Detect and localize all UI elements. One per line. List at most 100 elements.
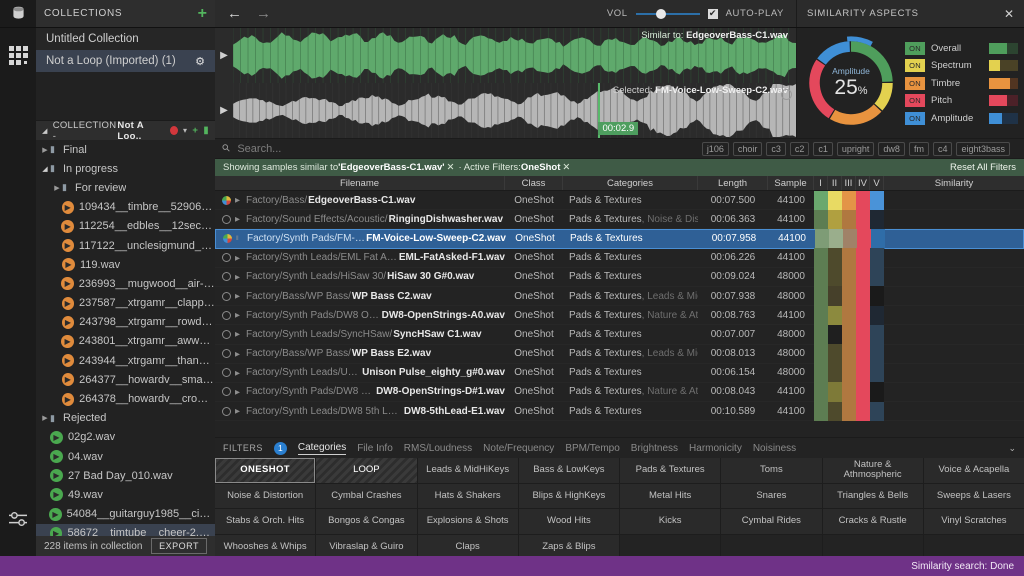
filter-tab-brightness[interactable]: Brightness (631, 443, 678, 454)
tree-folder[interactable]: ▶▮Final (36, 140, 215, 159)
column-header-sample[interactable]: Sample (768, 176, 814, 190)
table-row[interactable]: ▶Factory/Sound Effects/Acoustic/ Ringing… (215, 210, 1024, 229)
row-expand-icon[interactable]: ‖ (236, 235, 247, 242)
filter-tab-noisiness[interactable]: Noisiness (753, 443, 796, 454)
waveform-file-icon[interactable]: ▶ (50, 469, 63, 482)
aspect-toggle[interactable]: ON (905, 59, 925, 72)
tree-folder[interactable]: ▶▮Rejected (36, 409, 215, 428)
category-button-nature-athmospheric[interactable]: Nature & Athmospheric (823, 458, 923, 483)
category-button-pads-textures[interactable]: Pads & Textures (620, 458, 720, 483)
column-header-length[interactable]: Length (698, 176, 768, 190)
column-header-iii[interactable]: III (842, 176, 856, 190)
play-selected-icon[interactable]: ▶ (215, 105, 233, 116)
table-row[interactable]: ▶Factory/Bass/WP Bass/ WP Bass C2.wavOne… (215, 287, 1024, 306)
filter-tab-harmonicity[interactable]: Harmonicity (689, 443, 742, 454)
column-header-v[interactable]: V (870, 176, 884, 190)
table-row[interactable]: ▶Factory/Synth Leads/SyncHSaw/ SyncHSaw … (215, 325, 1024, 344)
table-row[interactable]: ▶Factory/Synth Pads/DW8 Ope...DW8-OpenSt… (215, 306, 1024, 325)
row-expand-icon[interactable]: ▶ (235, 407, 246, 415)
tree-file[interactable]: ▶243798__xtrgamr__rowdy-... (36, 313, 215, 332)
filter-tab-rms-loudness[interactable]: RMS/Loudness (404, 443, 472, 454)
category-button-cymbal-rides[interactable]: Cymbal Rides (721, 509, 821, 534)
waveform-file-icon[interactable]: ▶ (50, 527, 63, 536)
add-collection-icon[interactable]: + (198, 6, 207, 22)
row-expand-icon[interactable]: ▶ (235, 254, 246, 262)
row-expand-icon[interactable]: ▶ (235, 311, 246, 319)
waveform-file-icon[interactable]: ▶ (62, 393, 75, 406)
tree-file[interactable]: ▶264377__howardv__small-... (36, 370, 215, 389)
tree-file[interactable]: ▶27 Bad Day_010.wav (36, 466, 215, 485)
column-header-similarity[interactable]: Similarity (884, 176, 1024, 190)
collection-item[interactable]: Untitled Collection (36, 28, 215, 50)
table-row[interactable]: ▶Factory/Synth Leads/HiSaw 30/ HiSaw 30 … (215, 268, 1024, 287)
filter-tab-categories[interactable]: Categories (298, 442, 346, 455)
aspect-weight-slider[interactable] (989, 60, 1018, 71)
category-button-blips-highkeys[interactable]: Blips & HighKeys (519, 484, 619, 509)
row-indicator-icon[interactable] (222, 330, 231, 339)
table-row[interactable]: ▶Factory/Synth Leads/EML Fat Aske...EML-… (215, 249, 1024, 268)
search-tag[interactable]: c2 (790, 142, 810, 156)
category-button-wood-hits[interactable]: Wood Hits (519, 509, 619, 534)
aspect-toggle[interactable]: ON (905, 94, 925, 107)
tree-file[interactable]: ▶264378__howardv__crowd... (36, 389, 215, 408)
row-expand-icon[interactable]: ▶ (235, 350, 246, 358)
category-button-hats-shakers[interactable]: Hats & Shakers (418, 484, 518, 509)
caret-closed-icon[interactable]: ▶ (40, 146, 50, 154)
tree-file[interactable]: ▶49.wav (36, 485, 215, 504)
search-tag[interactable]: choir (733, 142, 763, 156)
rail-item-settings[interactable] (5, 506, 31, 532)
row-expand-icon[interactable]: ▶ (235, 369, 246, 377)
tree-file[interactable]: ▶117122__unclesigmund__s... (36, 236, 215, 255)
category-button-cymbal-crashes[interactable]: Cymbal Crashes (316, 484, 416, 509)
search-tag[interactable]: upright (837, 142, 875, 156)
play-reference-icon[interactable]: ▶ (215, 50, 233, 61)
file-tree[interactable]: ▶▮Final◢▮In progress▶▮For review▶109434_… (36, 140, 215, 536)
table-body[interactable]: ▶Factory/Bass/ EdgeoverBass-C1.wavOneSho… (215, 191, 1024, 437)
tree-file[interactable]: ▶04.wav (36, 447, 215, 466)
search-tag[interactable]: fm (909, 142, 929, 156)
caret-closed-icon[interactable]: ▶ (52, 184, 62, 192)
row-indicator-icon[interactable] (222, 215, 231, 224)
reset-all-filters-button[interactable]: Reset All Filters (950, 162, 1016, 173)
similarity-wheel-icon[interactable] (222, 196, 231, 205)
search-tag[interactable]: j106 (702, 142, 729, 156)
category-button-sweeps-lasers[interactable]: Sweeps & Lasers (924, 484, 1024, 509)
category-filter-grid[interactable]: ONESHOTLOOPLeads & MidHiKeysBass & LowKe… (215, 458, 1024, 556)
table-row[interactable]: ▶Factory/Synth Leads/DW8 5th Lead/ DW8-5… (215, 402, 1024, 421)
table-row[interactable]: ▶Factory/Synth Leads/Unis...Unison Pulse… (215, 364, 1024, 383)
add-folder-plus-icon[interactable]: + (192, 125, 198, 136)
category-button-leads-midhikeys[interactable]: Leads & MidHiKeys (418, 458, 518, 483)
category-button-voice-acapella[interactable]: Voice & Acapella (924, 458, 1024, 483)
category-button-stabs-orch-hits[interactable]: Stabs & Orch. Hits (215, 509, 315, 534)
waveform-file-icon[interactable]: ▶ (61, 335, 73, 348)
row-expand-icon[interactable]: ▶ (235, 292, 246, 300)
aspect-toggle[interactable]: ON (905, 77, 925, 90)
waveform-file-icon[interactable]: ▶ (62, 373, 75, 386)
category-button-triangles-bells[interactable]: Triangles & Bells (823, 484, 923, 509)
row-indicator-icon[interactable] (222, 272, 231, 281)
folder-icon[interactable]: ▮ (203, 125, 209, 136)
tree-file[interactable]: ▶119.wav (36, 255, 215, 274)
collection-item[interactable]: Not a Loop (Imported) (1)⚙ (36, 50, 215, 72)
waveform-file-icon[interactable]: ▶ (62, 239, 74, 252)
tree-file[interactable]: ▶58672__timtube__cheer-2.wav (36, 524, 215, 536)
waveform-file-icon[interactable]: ▶ (49, 508, 61, 521)
row-indicator-icon[interactable] (222, 387, 231, 396)
category-button-oneshot[interactable]: ONESHOT (215, 458, 315, 483)
tree-file[interactable]: ▶54084__guitarguy1985__civild... (36, 505, 215, 524)
waveform-file-icon[interactable]: ▶ (50, 431, 63, 444)
waveform-file-icon[interactable]: ▶ (62, 258, 75, 271)
tree-file[interactable]: ▶02g2.wav (36, 428, 215, 447)
waveform-file-icon[interactable]: ▶ (62, 201, 74, 214)
waveform-file-icon[interactable]: ▶ (50, 450, 63, 463)
row-expand-icon[interactable]: ▶ (235, 273, 246, 281)
category-button-bass-lowkeys[interactable]: Bass & LowKeys (519, 458, 619, 483)
caret-open-icon[interactable]: ◢ (40, 165, 50, 173)
row-indicator-icon[interactable] (222, 311, 231, 320)
aspect-toggle[interactable]: ON (905, 112, 925, 125)
aspect-toggle[interactable]: ON (905, 42, 925, 55)
tree-file[interactable]: ▶109434__timbre__52906-vl... (36, 198, 215, 217)
aspect-weight-slider[interactable] (989, 78, 1018, 89)
row-expand-icon[interactable]: ▶ (235, 196, 246, 204)
tree-header-caret-icon[interactable]: ◢ (42, 127, 48, 135)
